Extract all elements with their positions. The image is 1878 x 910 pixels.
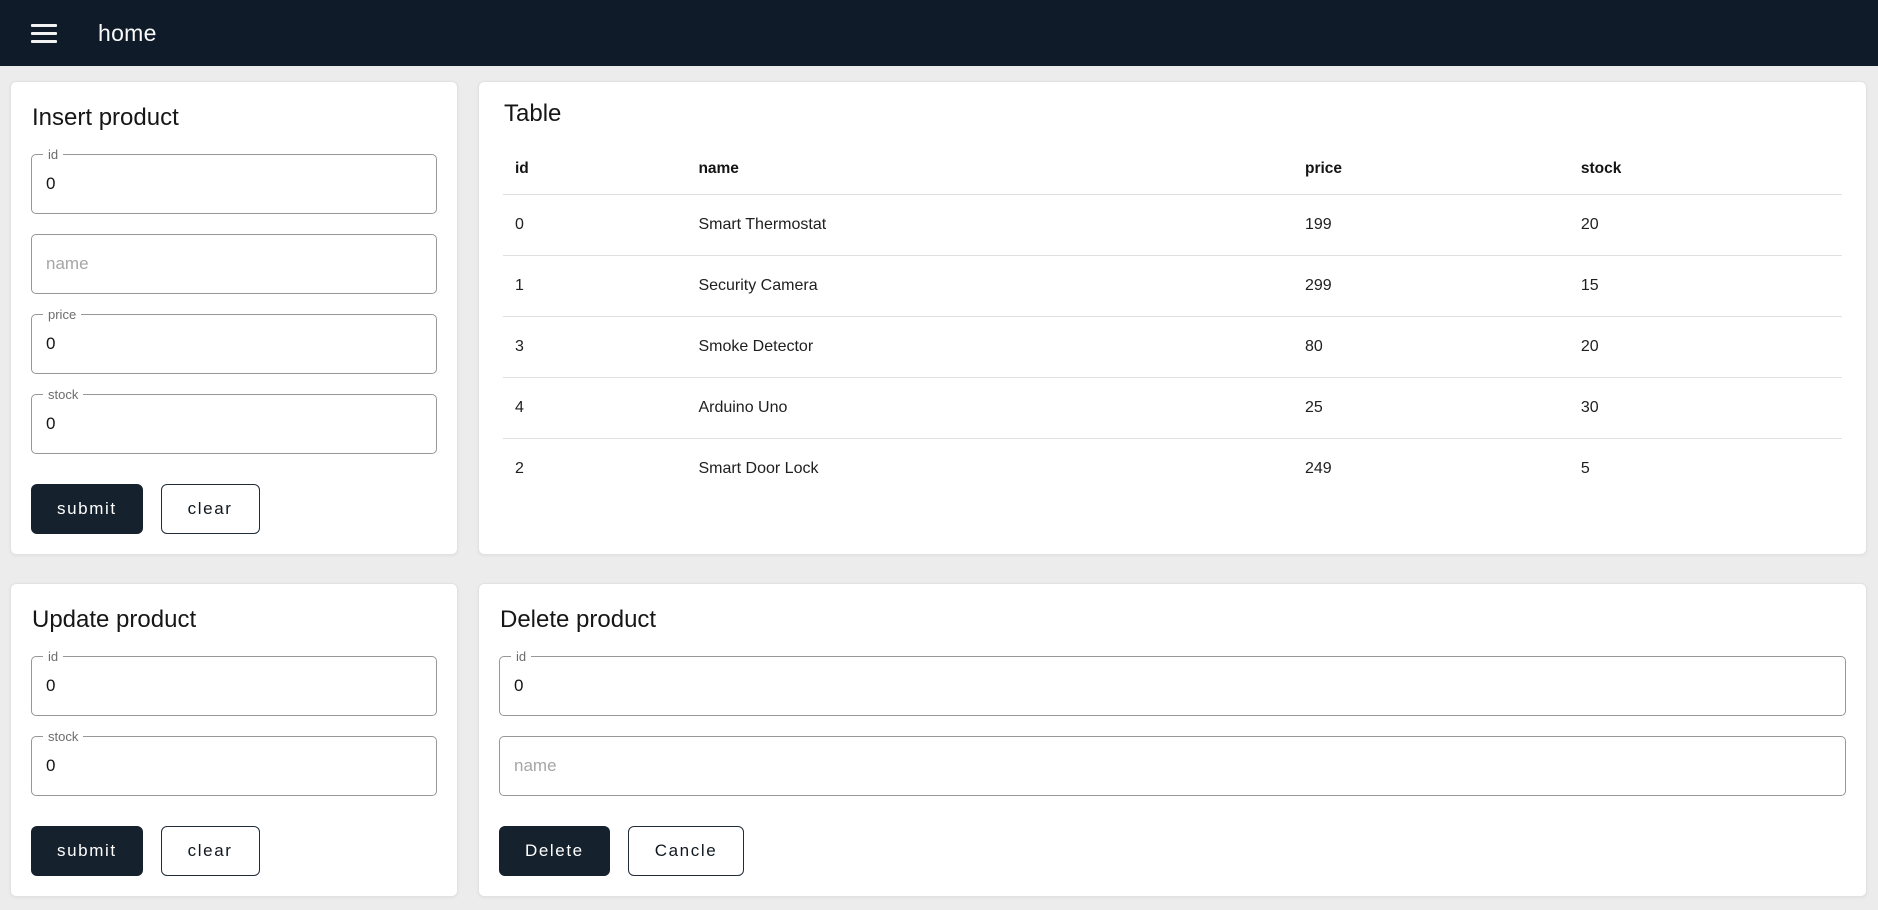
insert-name-field <box>31 234 437 294</box>
delete-button[interactable]: Delete <box>499 826 610 876</box>
table-row: 1 Security Camera 299 15 <box>503 255 1842 317</box>
table-cell: Smoke Detector <box>686 316 1293 378</box>
table-cell: 199 <box>1293 194 1569 256</box>
insert-product-title: Insert product <box>32 104 179 131</box>
insert-price-label: price <box>43 306 82 323</box>
hamburger-menu-icon[interactable] <box>24 13 64 53</box>
table-cell: 4 <box>503 377 687 439</box>
table-cell: 5 <box>1580 460 1590 477</box>
table-cell: 25 <box>1293 377 1569 439</box>
table-cell: Arduino Uno <box>686 377 1293 439</box>
table-cell: 15 <box>1568 255 1842 317</box>
hamburger-bar <box>31 39 57 43</box>
update-product-title: Update product <box>32 606 197 633</box>
update-stock-input[interactable] <box>32 737 436 795</box>
table-header-row: id name price stock <box>503 145 1842 195</box>
table-header-stock: stock <box>1568 145 1842 195</box>
table-cell: Security Camera <box>686 255 1293 317</box>
table-cell: 299 <box>1293 255 1569 317</box>
update-id-input[interactable] <box>32 657 436 715</box>
main-content: Insert product id price stock submit cle… <box>0 66 1878 910</box>
insert-price-field: price <box>31 306 437 374</box>
update-id-field: id <box>31 648 437 716</box>
insert-clear-button[interactable]: clear <box>160 484 260 534</box>
table-cell: 3 <box>503 316 687 378</box>
delete-id-label: id <box>511 648 532 665</box>
table-cell: 2 <box>515 460 524 477</box>
table-body: 0 Smart Thermostat 199 20 1 Security Camera 29… <box>503 194 1842 500</box>
table-row: 2 Smart Door Lock 249 5 <box>503 439 1842 500</box>
update-submit-button[interactable]: submit <box>31 826 143 876</box>
table-cell: 249 <box>1305 460 1332 477</box>
table-row: 3 Smoke Detector 80 20 <box>503 316 1842 378</box>
update-button-row: submit clear <box>31 826 437 876</box>
app-bar: home <box>0 0 1878 66</box>
delete-name-field <box>499 736 1846 796</box>
update-clear-button[interactable]: clear <box>160 826 260 876</box>
delete-id-input[interactable] <box>500 657 1845 715</box>
table-cell: 20 <box>1568 194 1842 256</box>
table-cell: 30 <box>1568 377 1842 439</box>
insert-id-label: id <box>43 146 64 163</box>
product-table-card: Table id name price stock 0 Smart Thermos… <box>478 81 1867 555</box>
update-product-card: Update product id stock submit clear <box>10 583 458 897</box>
table-cell: Smart Thermostat <box>686 194 1293 256</box>
insert-id-input[interactable] <box>32 155 436 213</box>
product-table: id name price stock 0 Smart Thermostat 199… <box>503 145 1842 499</box>
app-title: home <box>98 19 157 46</box>
table-header-id: id <box>503 145 687 195</box>
table-cell: Smart Door Lock <box>698 460 819 477</box>
insert-button-row: submit clear <box>31 484 437 534</box>
table-row: 0 Smart Thermostat 199 20 <box>503 194 1842 256</box>
table-cell: 1 <box>503 255 687 317</box>
insert-stock-label: stock <box>43 386 84 403</box>
update-stock-field: stock <box>31 728 437 796</box>
table-row: 4 Arduino Uno 25 30 <box>503 377 1842 439</box>
insert-price-input[interactable] <box>32 315 436 373</box>
table-cell: 80 <box>1293 316 1569 378</box>
insert-name-input[interactable] <box>32 235 436 293</box>
insert-stock-field: stock <box>31 386 437 454</box>
delete-product-card: Delete product id Delete Cancle <box>478 583 1867 897</box>
table-cell: 20 <box>1568 316 1842 378</box>
insert-submit-button[interactable]: submit <box>31 484 143 534</box>
update-stock-label: stock <box>43 728 84 745</box>
delete-name-input[interactable] <box>500 737 1845 795</box>
table-header-price: price <box>1293 145 1569 195</box>
insert-id-field: id <box>31 146 437 214</box>
delete-button-row: Delete Cancle <box>499 826 1846 876</box>
delete-id-field: id <box>499 648 1846 716</box>
table-header-name: name <box>686 145 1293 195</box>
insert-stock-input[interactable] <box>32 395 436 453</box>
table-title: Table <box>504 100 562 127</box>
cancel-button[interactable]: Cancle <box>627 826 745 876</box>
insert-product-card: Insert product id price stock submit cle… <box>10 81 458 555</box>
hamburger-bar <box>31 23 57 27</box>
table-cell: 0 <box>503 194 687 256</box>
delete-product-title: Delete product <box>500 606 657 633</box>
hamburger-bar <box>31 31 57 35</box>
update-id-label: id <box>43 648 64 665</box>
